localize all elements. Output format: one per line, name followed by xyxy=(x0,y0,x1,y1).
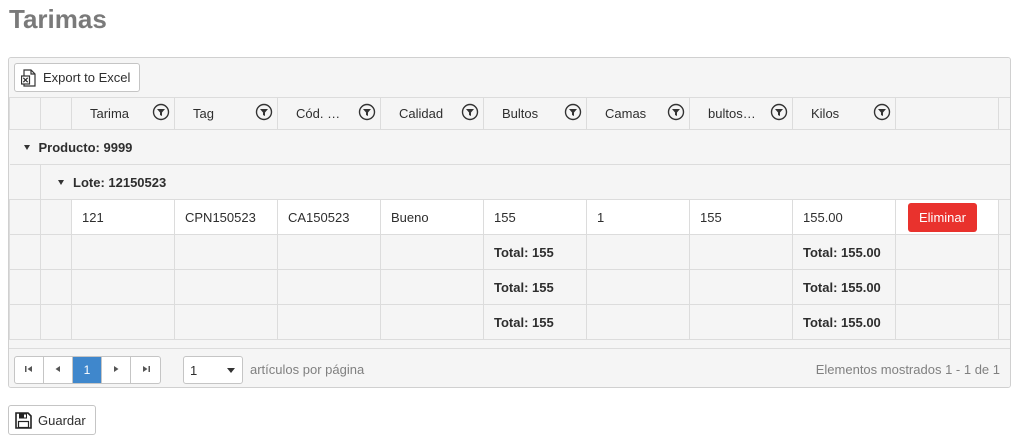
page-title: Tarimas xyxy=(9,4,107,34)
cell-bultos-cama: 155 xyxy=(689,199,793,235)
header-codigo[interactable]: Cód. … xyxy=(277,97,381,130)
prev-page-button[interactable] xyxy=(44,357,73,383)
lote-footer-row: Total: 155 Total: 155.00 xyxy=(9,234,1010,270)
filter-icon[interactable] xyxy=(255,103,273,124)
cell-codigo: CA150523 xyxy=(277,199,381,235)
header-kilos[interactable]: Kilos xyxy=(792,97,896,130)
next-page-icon xyxy=(111,363,121,377)
cell-bultos: 155 xyxy=(483,199,587,235)
page-size-select[interactable]: 1 xyxy=(183,356,243,384)
grand-total-bultos: Total: 155 xyxy=(483,304,587,340)
grand-footer-row: Total: 155 Total: 155.00 xyxy=(9,304,1010,340)
prev-page-icon xyxy=(53,363,63,377)
producto-total-bultos: Total: 155 xyxy=(483,269,587,305)
header-bultos-cama[interactable]: bultos… xyxy=(689,97,793,130)
last-page-button[interactable] xyxy=(131,357,160,383)
filter-icon[interactable] xyxy=(152,103,170,124)
export-excel-button[interactable]: Export to Excel xyxy=(14,63,141,92)
header-actions xyxy=(895,97,999,130)
collapse-arrow-icon[interactable] xyxy=(23,144,30,150)
group-lote-label: Lote: 12150523 xyxy=(73,174,167,190)
export-excel-label: Export to Excel xyxy=(43,70,131,85)
cell-kilos: 155.00 xyxy=(792,199,896,235)
producto-total-kilos: Total: 155.00 xyxy=(792,269,896,305)
filter-icon[interactable] xyxy=(667,103,685,124)
header-tag[interactable]: Tag xyxy=(174,97,278,130)
grid-toolbar: Export to Excel xyxy=(9,58,1010,97)
cell-calidad: Bueno xyxy=(380,199,484,235)
delete-button[interactable]: Eliminar xyxy=(908,202,977,232)
header-bultos[interactable]: Bultos xyxy=(483,97,587,130)
cell-camas: 1 xyxy=(586,199,690,235)
excel-icon xyxy=(21,68,37,87)
page-button-current[interactable]: 1 xyxy=(73,357,102,383)
filter-icon[interactable] xyxy=(461,103,479,124)
pager-info: Elementos mostrados 1 - 1 de 1 xyxy=(815,362,1000,377)
floppy-disk-icon xyxy=(15,411,32,429)
lote-total-kilos: Total: 155.00 xyxy=(792,234,896,270)
header-group-spacer xyxy=(9,97,41,130)
filter-icon[interactable] xyxy=(564,103,582,124)
tarimas-grid: Export to Excel Tarima Tag Cód. … Calida… xyxy=(8,57,1011,388)
filter-icon[interactable] xyxy=(358,103,376,124)
first-page-button[interactable] xyxy=(15,357,44,383)
table-row[interactable]: 121 CPN150523 CA150523 Bueno 155 1 155 1… xyxy=(9,199,1010,235)
first-page-icon xyxy=(24,363,34,377)
producto-footer-row: Total: 155 Total: 155.00 xyxy=(9,269,1010,305)
last-page-icon xyxy=(141,363,151,377)
grand-total-kilos: Total: 155.00 xyxy=(792,304,896,340)
grid-table: Tarima Tag Cód. … Calidad Bultos Camas b… xyxy=(9,97,1010,340)
filter-icon[interactable] xyxy=(770,103,788,124)
cell-tag: CPN150523 xyxy=(174,199,278,235)
page-size-value: 1 xyxy=(190,362,198,378)
save-label: Guardar xyxy=(38,412,86,428)
group-row-lote: Lote: 12150523 xyxy=(9,164,1010,200)
group-row-producto: Producto: 9999 xyxy=(9,129,1010,165)
pager-buttons: 1 xyxy=(14,356,161,384)
header-calidad[interactable]: Calidad xyxy=(380,97,484,130)
pager: 1 1 artículos por página Elementos mostr… xyxy=(9,348,1010,387)
filter-icon[interactable] xyxy=(873,103,891,124)
page-size-label: artículos por página xyxy=(250,362,365,377)
next-page-button[interactable] xyxy=(102,357,131,383)
group-producto-label: Producto: 9999 xyxy=(38,139,133,155)
header-group-spacer xyxy=(40,97,72,130)
header-tarima[interactable]: Tarima xyxy=(71,97,175,130)
lote-total-bultos: Total: 155 xyxy=(483,234,587,270)
save-button[interactable]: Guardar xyxy=(8,405,96,435)
header-scroll-spacer xyxy=(998,97,1010,130)
cell-tarima: 121 xyxy=(71,199,175,235)
chevron-down-icon xyxy=(226,363,236,378)
collapse-arrow-icon[interactable] xyxy=(58,179,64,185)
cell-actions: Eliminar xyxy=(895,199,999,235)
header-camas[interactable]: Camas xyxy=(586,97,690,130)
header-row: Tarima Tag Cód. … Calidad Bultos Camas b… xyxy=(9,97,1010,130)
